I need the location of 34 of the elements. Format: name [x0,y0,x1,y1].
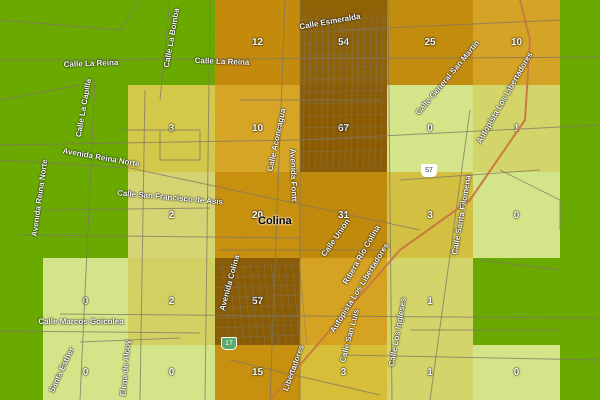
count-label: 10 [252,123,264,134]
count-label: 10 [510,37,522,48]
count-label: 1 [427,296,433,307]
street-label: Calle Esmeralda [298,12,362,32]
count-label: 2 [168,210,174,220]
count-label: 0 [427,123,433,134]
count-label: 12 [252,37,264,48]
street-label: Avenida Colina [218,254,242,312]
street-label: Avenida Reina Norte [30,158,50,238]
street-label: Avenida Reina Norte [62,147,140,169]
count-label: 0 [514,367,520,378]
street-label: Calle Santa Filomena [451,174,473,256]
count-label: 54 [338,37,350,48]
count-label: 31 [338,210,350,220]
street-label: Calle La Capilla [74,78,94,138]
street-label: Calle Los Ingleses [388,296,408,368]
count-label: 67 [338,123,350,134]
count-label: 3 [168,123,174,134]
count-label: 0 [514,210,520,220]
street-label: Calle La Bomba [162,8,182,68]
count-label: 0 [82,367,88,378]
street-label: Calle La Reina [64,59,118,69]
count-label: 2 [168,296,174,307]
count-label: 3 [427,210,433,220]
street-label: Elena de Alcoy [120,339,132,397]
street-label: Calle La Reina [194,57,250,67]
street-label: Avenida Fontt [288,148,298,202]
count-label: 57 [252,296,264,307]
count-label: 1 [427,367,433,378]
street-label: Calle San Francisco de Asís [116,189,224,207]
count-label: 25 [424,37,436,48]
count-label: 0 [168,367,174,378]
count-label: 3 [340,367,346,378]
count-label: 15 [252,367,264,378]
